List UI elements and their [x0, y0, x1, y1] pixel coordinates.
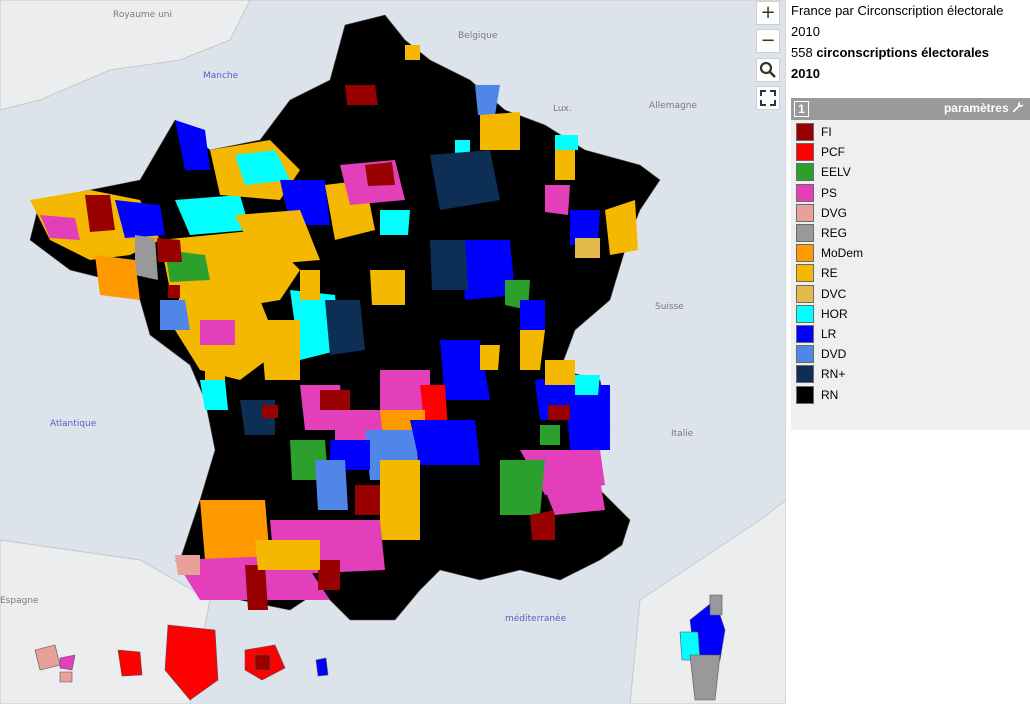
legend-label: DVD	[821, 347, 847, 362]
legend-label: DVG	[821, 205, 848, 220]
legend-panel: 1 paramètres FI PCF EELV PS DVG REG MoDem RE DVC…	[791, 98, 1030, 430]
search-icon	[759, 61, 776, 78]
info-count: 558	[791, 45, 813, 60]
info-panel: France par Circonscription électorale 20…	[791, 0, 1030, 84]
params-label: paramètres	[943, 101, 1009, 115]
legend-swatch	[796, 304, 814, 323]
fullscreen-button[interactable]	[756, 86, 780, 110]
legend-swatch	[796, 224, 814, 243]
label-allemagne: Allemagne	[649, 101, 697, 111]
info-count-label: circonscriptions électorales	[816, 45, 990, 60]
legend-item[interactable]: DVD	[796, 344, 863, 364]
legend-swatch	[796, 365, 814, 384]
label-royaume-uni: Royaume uni	[113, 10, 172, 20]
legend-label: RE	[821, 266, 838, 281]
legend-label: PS	[821, 185, 838, 200]
legend-label: RN	[821, 387, 839, 402]
legend-label: FI	[821, 125, 832, 140]
legend-item[interactable]: MoDem	[796, 243, 863, 263]
fullscreen-icon	[760, 90, 776, 106]
legend-item[interactable]: HOR	[796, 304, 863, 324]
legend-item[interactable]: RN+	[796, 364, 863, 384]
label-italie: Italie	[671, 429, 694, 439]
legend-swatch	[796, 284, 814, 303]
legend-label: EELV	[821, 165, 851, 180]
zoom-out-button[interactable]: −	[756, 29, 780, 53]
wrench-icon	[1012, 101, 1024, 113]
legend-item[interactable]: EELV	[796, 162, 863, 182]
legend-swatch	[796, 264, 814, 283]
label-mediterranee: méditerranée	[505, 614, 567, 624]
info-title: France par Circonscription électorale	[791, 3, 1004, 18]
info-count-line: 558 circonscriptions électorales	[791, 42, 1030, 63]
legend-swatch	[796, 244, 814, 263]
search-button[interactable]	[756, 58, 780, 82]
legend-label: MoDem	[821, 246, 864, 261]
map-canvas[interactable]: Royaume uni Belgique Lux. Allemagne Suis…	[0, 0, 786, 704]
label-atlantique: Atlantique	[50, 419, 97, 429]
legend-item[interactable]: PCF	[796, 142, 863, 162]
legend-item[interactable]: RE	[796, 263, 863, 283]
label-lux: Lux.	[553, 104, 572, 114]
label-manche: Manche	[203, 71, 239, 81]
legend-item[interactable]: PS	[796, 183, 863, 203]
legend-label: PCF	[821, 145, 845, 160]
params-button[interactable]: paramètres	[944, 101, 1024, 115]
label-espagne: Espagne	[0, 596, 39, 606]
legend-item[interactable]: REG	[796, 223, 863, 243]
info-year-bold: 2010	[791, 66, 820, 81]
legend-item[interactable]: LR	[796, 324, 863, 344]
info-year: 2010	[791, 24, 820, 39]
legend-item[interactable]: DVC	[796, 284, 863, 304]
legend-label: REG	[821, 226, 848, 241]
legend-list: FI PCF EELV PS DVG REG MoDem RE DVC HOR LR DVD RN+ RN	[796, 122, 863, 405]
legend-label: RN+	[821, 367, 846, 382]
legend-swatch	[796, 143, 814, 162]
legend-swatch	[796, 385, 814, 404]
legend-label: DVC	[821, 286, 847, 301]
label-suisse: Suisse	[655, 302, 684, 312]
legend-swatch	[796, 324, 814, 343]
legend-swatch	[796, 345, 814, 364]
legend-swatch	[796, 163, 814, 182]
legend-item[interactable]: DVG	[796, 203, 863, 223]
legend-swatch	[796, 183, 814, 202]
label-belgique: Belgique	[458, 31, 498, 41]
legend-item[interactable]: RN	[796, 384, 863, 404]
legend-item[interactable]: FI	[796, 122, 863, 142]
legend-number[interactable]: 1	[794, 101, 809, 117]
zoom-in-button[interactable]: +	[756, 1, 780, 25]
legend-header: 1 paramètres	[791, 98, 1030, 120]
legend-label: HOR	[821, 306, 848, 321]
legend-label: LR	[821, 326, 837, 341]
legend-swatch	[796, 203, 814, 222]
legend-swatch	[796, 123, 814, 142]
